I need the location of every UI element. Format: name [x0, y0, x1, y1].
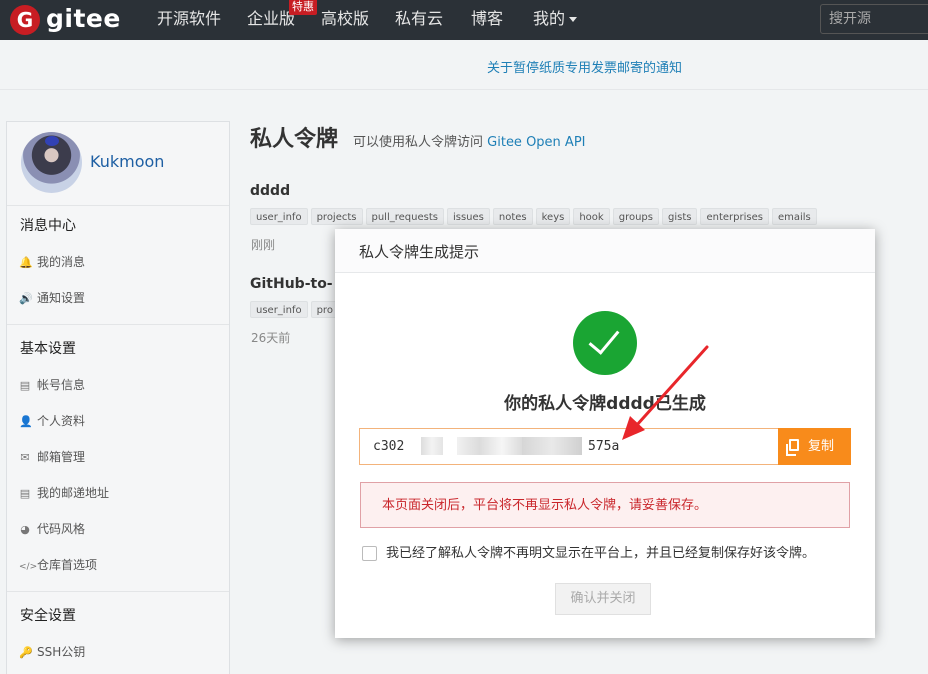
notice-bar: 关于暂停纸质专用发票邮寄的通知 [0, 40, 928, 90]
section-title: 消息中心 [20, 218, 76, 234]
envelope-icon: ✉ [20, 451, 30, 464]
nav-promo-badge: 特惠 [289, 0, 317, 15]
sidebar-item-label: 我的邮递地址 [37, 486, 110, 500]
token-name: GitHub-to- [250, 276, 333, 292]
copy-button[interactable]: 复制 [778, 428, 851, 465]
scope-tag: emails [771, 208, 817, 225]
nav-enterprise[interactable]: 企业版 [247, 0, 295, 40]
nav-blog[interactable]: 博客 [471, 0, 503, 40]
token-scopes: user_info projects pull_requests issues note… [250, 208, 820, 226]
scope-tag: projects [310, 208, 363, 225]
token-scopes: user_info pro [250, 301, 342, 319]
token-time: 刚刚 [251, 238, 276, 252]
sidebar-item-label: SSH公钥 [37, 645, 86, 659]
id-card-icon: ▤ [19, 379, 31, 392]
token-prefix: c302 [373, 439, 405, 454]
sidebar-item-ssh-keys[interactable]: 🔑 SSH公钥 [7, 634, 229, 670]
divider [7, 591, 229, 592]
key-icon: 🔑 [19, 646, 33, 659]
sidebar-section-basic: 基本设置 ▤ 帐号信息 👤 个人资料 ✉ 邮箱管理 ▤ 我的邮递地址 ◕ 代码风格 </>… [7, 329, 229, 583]
nav-open-source[interactable]: 开源软件 [157, 0, 221, 40]
nav-education[interactable]: 高校版 [321, 0, 369, 40]
profile-card: Kukmoon [7, 122, 229, 206]
sidebar-item-label: 邮箱管理 [37, 450, 86, 464]
page-title: 私人令牌 [250, 127, 339, 152]
scope-tag: user_info [250, 301, 308, 318]
address-card-icon: ▤ [19, 487, 31, 500]
scope-tag: hook [573, 208, 610, 225]
copy-label: 复制 [808, 439, 835, 454]
nav-private-cloud[interactable]: 私有云 [395, 0, 443, 40]
sidebar-item-label: 通知设置 [37, 291, 86, 305]
scope-tag: notes [492, 208, 533, 225]
scope-tag: gists [661, 208, 698, 225]
sidebar-item-label: 我的消息 [37, 255, 86, 269]
page-subtitle: 可以使用私人令牌访问 Gitee Open API [353, 131, 586, 150]
caret-down-icon [569, 17, 578, 22]
sidebar-item-label: 个人资料 [37, 414, 86, 428]
scope-tag: groups [612, 208, 659, 225]
sidebar-item-address[interactable]: ▤ 我的邮递地址 [7, 475, 229, 511]
sidebar-item-notification-settings[interactable]: 🔊 通知设置 [7, 280, 229, 316]
section-title: 基本设置 [20, 341, 76, 357]
sidebar-item-repo-prefs[interactable]: </>仓库首选项 [7, 547, 229, 583]
copy-icon [786, 439, 799, 456]
modal-title: 私人令牌生成提示 [335, 229, 875, 273]
section-title: 安全设置 [20, 608, 76, 624]
scope-tag: pull_requests [365, 208, 444, 225]
scope-tag: issues [446, 208, 490, 225]
confirm-close-button[interactable]: 确认并关闭 [555, 583, 651, 615]
search-input[interactable] [820, 4, 928, 34]
top-navbar: G gitee 开源软件 企业版 特惠 高校版 私有云 博客 我的 [0, 0, 928, 40]
sidebar-item-label: 帐号信息 [37, 378, 86, 392]
scope-tag: keys [535, 208, 571, 225]
sidebar-item-email[interactable]: ✉ 邮箱管理 [7, 439, 229, 475]
settings-sidebar: Kukmoon 消息中心 🔔 我的消息 🔊 通知设置 基本设置 ▤ 帐号信息 👤 个人资… [6, 121, 230, 674]
redaction-blur [421, 437, 443, 455]
token-generated-modal: 私人令牌生成提示 你的私人令牌dddd已生成 c302 575a 复制 本页面关闭… [335, 229, 875, 638]
redaction-blur [522, 437, 582, 455]
sidebar-item-code-style[interactable]: ◕ 代码风格 [7, 511, 229, 547]
token-suffix: 575a [588, 439, 620, 454]
sidebar-item-my-messages[interactable]: 🔔 我的消息 [7, 244, 229, 280]
sidebar-item-label: 仓库首选项 [37, 558, 98, 572]
success-check-icon [573, 311, 637, 375]
token-time: 26天前 [251, 331, 291, 345]
sidebar-item-label: 代码风格 [37, 522, 86, 536]
gitee-logo-icon[interactable]: G [10, 5, 40, 35]
token-name: dddd [250, 183, 291, 199]
code-icon: </> [19, 562, 38, 572]
sidebar-section-security: 安全设置 🔑 SSH公钥 [7, 596, 229, 670]
username-link[interactable]: Kukmoon [90, 152, 164, 171]
nav-mine-label: 我的 [533, 9, 566, 28]
bell-icon: 🔔 [19, 256, 33, 269]
brand-name[interactable]: gitee [46, 4, 121, 34]
nav-mine-dropdown[interactable]: 我的 [533, 0, 578, 40]
divider [7, 324, 229, 325]
success-message: 你的私人令牌dddd已生成 [504, 394, 706, 414]
open-api-link[interactable]: Gitee Open API [487, 135, 585, 150]
user-icon: 👤 [19, 415, 33, 428]
volume-icon: 🔊 [19, 292, 33, 305]
sidebar-section-messages: 消息中心 🔔 我的消息 🔊 通知设置 [7, 206, 229, 316]
notice-link[interactable]: 关于暂停纸质专用发票邮寄的通知 [487, 57, 682, 76]
confirm-checkbox-label[interactable]: 我已经了解私人令牌不再明文显示在平台上，并且已经复制保存好该令牌。 [386, 546, 815, 561]
scope-tag: enterprises [700, 208, 769, 225]
palette-icon: ◕ [20, 523, 30, 536]
sidebar-item-account[interactable]: ▤ 帐号信息 [7, 367, 229, 403]
confirm-checkbox[interactable] [362, 546, 377, 561]
avatar[interactable] [21, 132, 82, 193]
token-field[interactable]: c302 575a [359, 428, 779, 465]
subtitle-text: 可以使用私人令牌访问 [353, 135, 484, 150]
sidebar-item-profile[interactable]: 👤 个人资料 [7, 403, 229, 439]
warning-alert: 本页面关闭后，平台将不再显示私人令牌，请妥善保存。 [360, 482, 850, 528]
confirm-checkbox-row: 我已经了解私人令牌不再明文显示在平台上，并且已经复制保存好该令牌。 [362, 545, 815, 563]
scope-tag: user_info [250, 208, 308, 225]
